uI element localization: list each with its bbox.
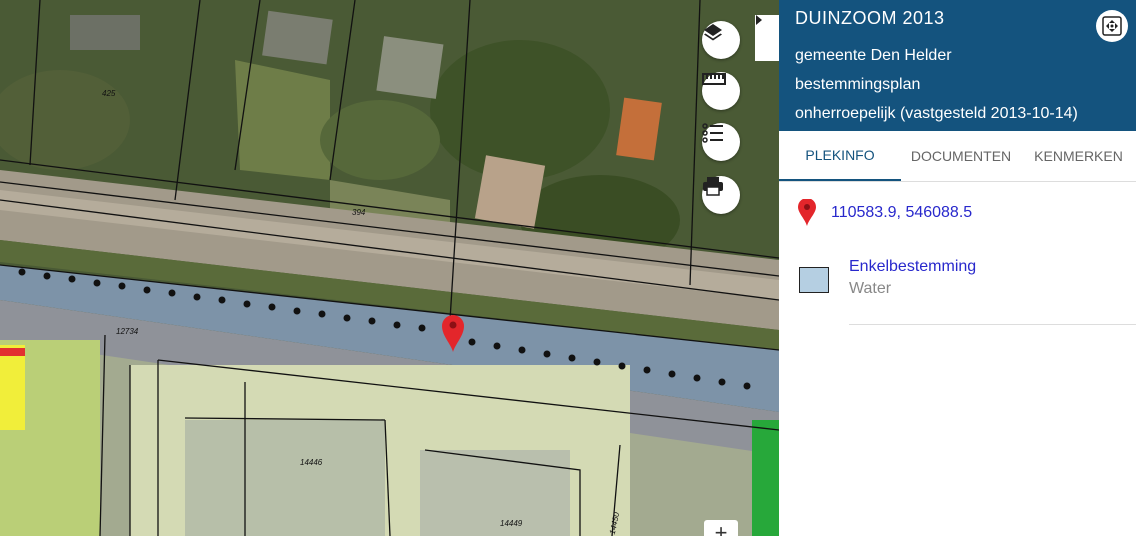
parcel-label: 12734 (116, 327, 139, 336)
municipality-text: gemeente Den Helder (795, 47, 952, 64)
chevron-right-icon (756, 15, 762, 25)
map-pin-icon (798, 199, 816, 226)
plan-status-text: onherroepelijk (vastgesteld 2013-10-14) (795, 105, 1078, 122)
tab-kenmerken[interactable]: KENMERKEN (1021, 131, 1136, 181)
aerial-map[interactable]: 425 394 12734 14446 14449 14450 (0, 0, 779, 536)
legend-button[interactable] (702, 123, 740, 161)
ruler-icon (702, 73, 726, 85)
tab-plekinfo[interactable]: PLEKINFO (779, 131, 901, 181)
map-view[interactable]: 425 394 12734 14446 14449 14450 + (0, 0, 779, 536)
print-button[interactable] (702, 176, 740, 214)
layers-icon (704, 24, 722, 41)
expand-button[interactable] (1096, 10, 1128, 42)
parcel-label: 14449 (500, 519, 523, 528)
divider (849, 324, 1136, 325)
legend-item: Enkelbestemming Water (799, 256, 1136, 300)
zoom-in-button[interactable]: + (704, 520, 738, 536)
expand-arrows-icon (1102, 16, 1122, 36)
legend-subtitle: Water (849, 280, 892, 297)
layers-button[interactable] (702, 21, 740, 59)
parcel-label: 394 (352, 208, 366, 217)
plan-title: DUINZOOM 2013 (795, 8, 945, 28)
legend-swatch (799, 267, 829, 293)
collapse-panel-button[interactable] (755, 15, 779, 61)
plan-type-text: bestemmingsplan (795, 76, 921, 93)
legend-title[interactable]: Enkelbestemming (849, 256, 976, 278)
info-panel: DUINZOOM 2013 gemeente Den Helder bestem… (779, 0, 1136, 536)
location-row: 110583.9, 546088.5 (797, 198, 1136, 228)
parcel-label: 425 (102, 89, 116, 98)
tab-documenten[interactable]: DOCUMENTEN (901, 131, 1021, 181)
panel-tabs: PLEKINFO DOCUMENTEN KENMERKEN (779, 131, 1136, 182)
measure-button[interactable] (702, 72, 740, 110)
panel-header: DUINZOOM 2013 gemeente Den Helder bestem… (779, 0, 1136, 131)
coordinates-link[interactable]: 110583.9, 546088.5 (831, 204, 972, 222)
printer-icon (703, 177, 723, 196)
parcel-label: 14446 (300, 458, 323, 467)
list-icon (702, 123, 723, 143)
